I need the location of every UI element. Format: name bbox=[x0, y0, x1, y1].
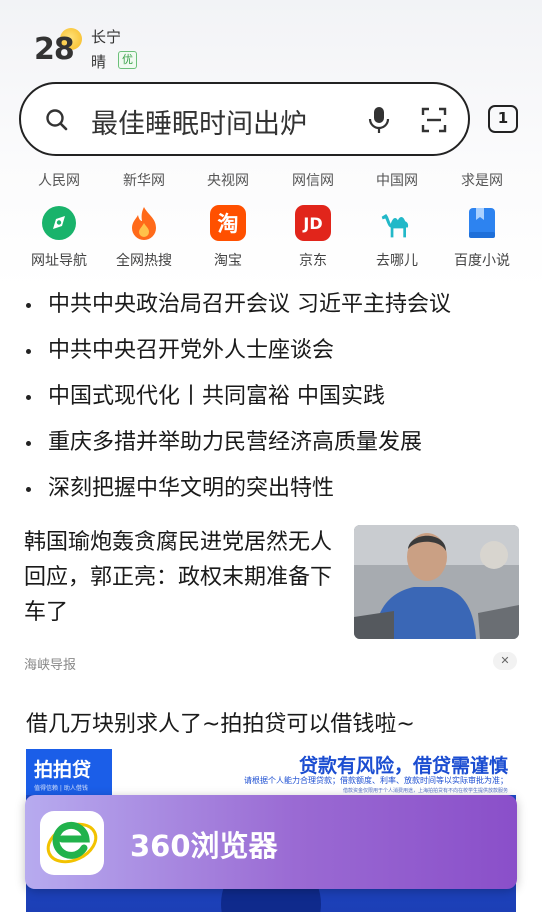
ad-title[interactable]: 借几万块别求人了~拍拍贷可以借钱啦~ bbox=[26, 706, 415, 738]
browser-toast[interactable]: 360浏览器 bbox=[25, 795, 517, 889]
app-shortcut-baidu-novel[interactable]: 百度小说 bbox=[442, 205, 522, 270]
temperature: 28 bbox=[34, 32, 75, 67]
tab-count-button[interactable]: 1 bbox=[488, 105, 518, 133]
app-shortcut-nav[interactable]: 网址导航 bbox=[19, 205, 99, 270]
app-label: 淘宝 bbox=[214, 253, 242, 269]
scan-icon[interactable] bbox=[421, 107, 447, 137]
air-quality-badge: 优 bbox=[118, 51, 137, 69]
article-thumbnail[interactable] bbox=[354, 525, 519, 639]
ad-brand-logo: 拍拍贷 值得信赖 | 助人借钱 bbox=[26, 749, 112, 795]
app-shortcut-qunar[interactable]: 去哪儿 bbox=[357, 205, 437, 270]
book-icon bbox=[464, 205, 500, 241]
headline-item[interactable]: 深刻把握中华文明的突出特性 bbox=[24, 474, 524, 520]
headline-item[interactable]: 中共中央召开党外人士座谈会 bbox=[24, 336, 524, 382]
headline-item[interactable]: 中共中央政治局召开会议 习近平主持会议 bbox=[24, 290, 524, 336]
app-shortcut-taobao[interactable]: 淘 淘宝 bbox=[188, 205, 268, 270]
compass-icon bbox=[41, 205, 77, 241]
site-link[interactable]: 人民网 bbox=[38, 170, 80, 190]
dismiss-button[interactable]: ✕ bbox=[493, 652, 517, 670]
site-link[interactable]: 新华网 bbox=[123, 170, 165, 190]
ad-fine-print-2: 借款资金仅限用于个人消费用途，上海拍拍贷有不向在校学生提供放款服务 bbox=[342, 788, 508, 794]
search-bar[interactable]: 最佳睡眠时间出炉 bbox=[19, 82, 470, 156]
app-shortcuts: 网址导航 全网热搜 淘 淘宝 JD 京东 去哪儿 百度小说 bbox=[0, 205, 542, 275]
app-label: 去哪儿 bbox=[376, 253, 418, 269]
article-title[interactable]: 韩国瑜炮轰贪腐民进党居然无人回应，郭正亮：政权末期准备下车了 bbox=[24, 525, 340, 630]
camel-icon bbox=[379, 205, 415, 241]
ad-fine-print: 请根据个人能力合理贷款；借款额度、利率、放款时间等以实际审批为准； bbox=[244, 776, 508, 785]
ad-warning: 贷款有风险，借贷需谨慎 bbox=[298, 755, 508, 777]
app-label: 全网热搜 bbox=[116, 253, 172, 269]
app-label: 网址导航 bbox=[31, 253, 87, 269]
search-icon bbox=[45, 108, 69, 136]
headline-list: 中共中央政治局召开会议 习近平主持会议 中共中央召开党外人士座谈会 中国式现代化… bbox=[24, 290, 524, 520]
weather-condition: 晴 bbox=[91, 53, 107, 71]
site-link[interactable]: 央视网 bbox=[207, 170, 249, 190]
site-link[interactable]: 求是网 bbox=[461, 170, 503, 190]
app-shortcut-jd[interactable]: JD 京东 bbox=[273, 205, 353, 270]
app-shortcut-hot-search[interactable]: 全网热搜 bbox=[104, 205, 184, 270]
ad-brand-tagline: 值得信赖 | 助人借钱 bbox=[34, 785, 88, 792]
toast-app-name: 360浏览器 bbox=[130, 829, 278, 863]
flame-icon bbox=[126, 205, 162, 241]
site-links: 人民网 新华网 央视网 网信网 中国网 求是网 bbox=[0, 170, 542, 192]
site-link[interactable]: 中国网 bbox=[376, 170, 418, 190]
360-browser-logo-icon bbox=[40, 811, 104, 875]
microphone-icon[interactable] bbox=[368, 106, 390, 138]
taobao-icon: 淘 bbox=[210, 205, 246, 241]
jd-icon: JD bbox=[295, 205, 331, 241]
site-link[interactable]: 网信网 bbox=[292, 170, 334, 190]
city-name: 长宁 bbox=[91, 28, 122, 46]
ad-brand-name: 拍拍贷 bbox=[34, 759, 92, 781]
headline-item[interactable]: 中国式现代化丨共同富裕 中国实践 bbox=[24, 382, 524, 428]
app-label: 京东 bbox=[299, 253, 327, 269]
article-source: 海峡导报 bbox=[24, 658, 77, 673]
app-label: 百度小说 bbox=[454, 253, 510, 269]
headline-item[interactable]: 重庆多措并举助力民营经济高质量发展 bbox=[24, 428, 524, 474]
search-input[interactable]: 最佳睡眠时间出炉 bbox=[91, 102, 307, 141]
